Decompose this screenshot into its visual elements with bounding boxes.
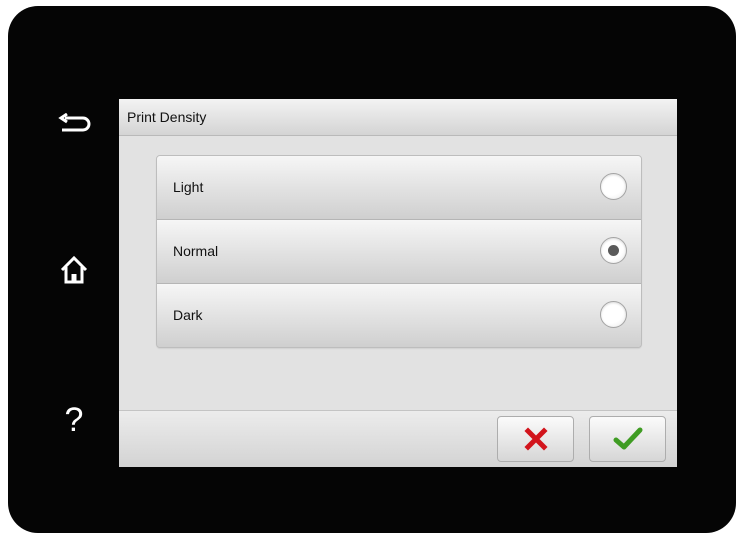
action-bar <box>119 410 677 467</box>
confirm-button[interactable] <box>589 416 666 462</box>
green-check-icon <box>613 427 642 450</box>
radio-light[interactable] <box>600 173 627 200</box>
density-options-list: Light Normal Dark <box>156 155 642 348</box>
device-bezel: ? Print Density Light Normal Dark <box>8 6 736 533</box>
help-icon: ? <box>64 401 84 439</box>
red-x-icon <box>523 427 548 451</box>
option-label: Light <box>173 179 204 195</box>
help-button[interactable]: ? <box>44 390 104 450</box>
option-label: Dark <box>173 307 203 323</box>
cancel-button[interactable] <box>497 416 574 462</box>
title-bar: Print Density <box>119 99 677 136</box>
option-label: Normal <box>173 243 219 259</box>
radio-normal[interactable] <box>600 237 627 264</box>
radio-dark[interactable] <box>600 301 627 328</box>
back-button[interactable] <box>44 94 104 154</box>
option-normal[interactable]: Normal <box>157 220 641 284</box>
back-arrow-icon <box>58 113 91 132</box>
radio-dot <box>608 245 619 256</box>
home-icon <box>60 255 88 284</box>
option-dark[interactable]: Dark <box>157 284 641 347</box>
home-button[interactable] <box>44 240 104 300</box>
option-light[interactable]: Light <box>157 156 641 220</box>
page-title: Print Density <box>127 109 207 125</box>
lcd-screen: Print Density Light Normal Dark <box>119 99 677 467</box>
